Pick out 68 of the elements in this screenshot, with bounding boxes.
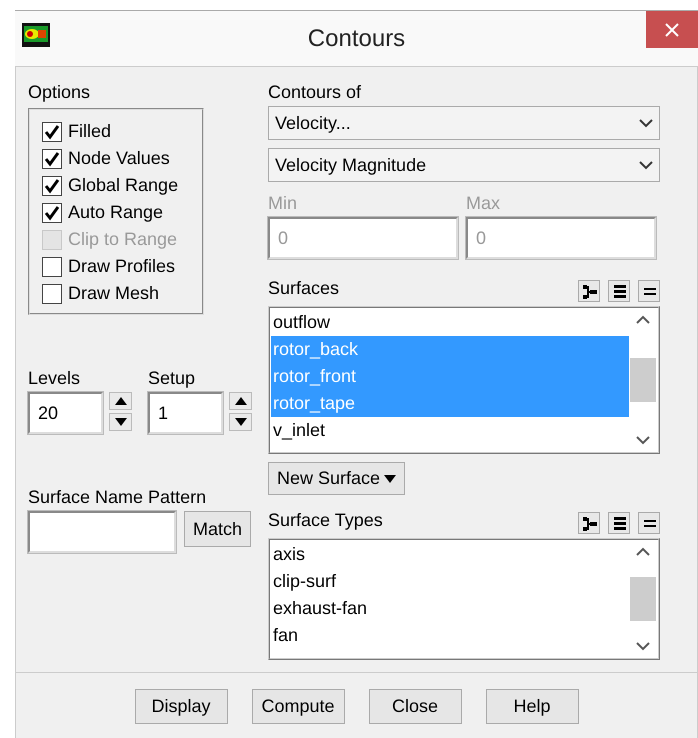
list-label: Surface Types — [268, 509, 383, 532]
list-item[interactable]: v_inlet — [271, 417, 629, 444]
dropdown[interactable]: Velocity... — [268, 106, 660, 140]
number-field[interactable]: 1 — [148, 392, 223, 434]
scroll-down-icon[interactable] — [636, 436, 650, 445]
list-item[interactable]: exhaust-fan — [271, 595, 629, 622]
list-tool-button[interactable] — [578, 512, 600, 534]
checkbox[interactable] — [42, 202, 62, 222]
list-tool-button[interactable] — [578, 280, 600, 302]
new-surface-button[interactable]: New Surface — [268, 462, 406, 495]
checkbox-label: Node Values — [68, 147, 170, 170]
field-label: Contours of — [268, 81, 362, 104]
app-icon — [22, 23, 50, 47]
caret-icon — [384, 474, 396, 482]
scrollbar-thumb[interactable] — [630, 577, 656, 621]
tree-icon — [580, 514, 598, 532]
checkbox-label: Auto Range — [68, 201, 164, 224]
checkbox[interactable] — [42, 148, 62, 168]
tree-icon — [580, 282, 598, 300]
list-tool-button[interactable] — [608, 280, 630, 302]
list-item[interactable]: axis — [271, 541, 629, 568]
checkbox-label: Draw Profiles — [68, 255, 176, 278]
field-label: Surface Name Pattern — [28, 486, 208, 509]
field-label: Min — [268, 192, 298, 215]
field-label: Setup — [148, 367, 196, 390]
checkbox[interactable] — [42, 256, 62, 276]
checkbox-label: Filled — [68, 120, 112, 143]
checkbox-label: Clip to Range — [68, 228, 178, 251]
dialog-button[interactable]: Help — [486, 689, 578, 724]
number-field[interactable]: 20 — [28, 392, 103, 434]
dialog-button[interactable]: Compute — [252, 689, 344, 724]
list-item[interactable]: fan — [271, 622, 629, 649]
chevron-icon — [639, 160, 653, 170]
dialog-button[interactable]: Display — [134, 689, 228, 724]
close-icon — [664, 22, 680, 38]
spin-down-button[interactable] — [109, 413, 132, 431]
close-button[interactable] — [646, 11, 698, 48]
dropdown[interactable]: Velocity Magnitude — [268, 148, 660, 182]
up-arrow-icon — [114, 397, 126, 405]
spin-down-button[interactable] — [229, 413, 252, 431]
spin-up-button[interactable] — [109, 392, 132, 410]
scroll-up-icon[interactable] — [636, 315, 650, 324]
checkbox[interactable] — [42, 284, 62, 304]
match-button[interactable]: Match — [184, 511, 252, 547]
scroll-down-icon[interactable] — [636, 642, 650, 651]
checkbox[interactable] — [42, 176, 62, 196]
scrollbar-thumb[interactable] — [630, 358, 656, 402]
field-label: Max — [466, 192, 502, 215]
scroll-up-icon[interactable] — [636, 547, 650, 556]
checkbox[interactable] — [42, 122, 62, 142]
up-arrow-icon — [234, 397, 246, 405]
checkbox-label: Global Range — [68, 174, 178, 197]
down-arrow-icon — [114, 418, 126, 426]
window-title: Contours — [308, 24, 406, 54]
dialog-button[interactable]: Close — [368, 689, 462, 724]
list-item[interactable]: clip-surf — [271, 568, 629, 595]
group-label: Options — [28, 81, 92, 104]
chevron-icon — [639, 118, 653, 128]
list-item[interactable]: outflow — [271, 309, 629, 336]
spin-up-button[interactable] — [229, 392, 252, 410]
down-arrow-icon — [234, 418, 246, 426]
list-label: Surfaces — [268, 277, 340, 300]
checkbox-label: Draw Mesh — [68, 282, 160, 305]
list-tool-button[interactable] — [638, 512, 660, 534]
field-label: Levels — [28, 367, 82, 390]
list-tool-button[interactable] — [608, 512, 630, 534]
list-tool-button[interactable] — [638, 280, 660, 302]
pattern-field[interactable] — [28, 511, 176, 553]
